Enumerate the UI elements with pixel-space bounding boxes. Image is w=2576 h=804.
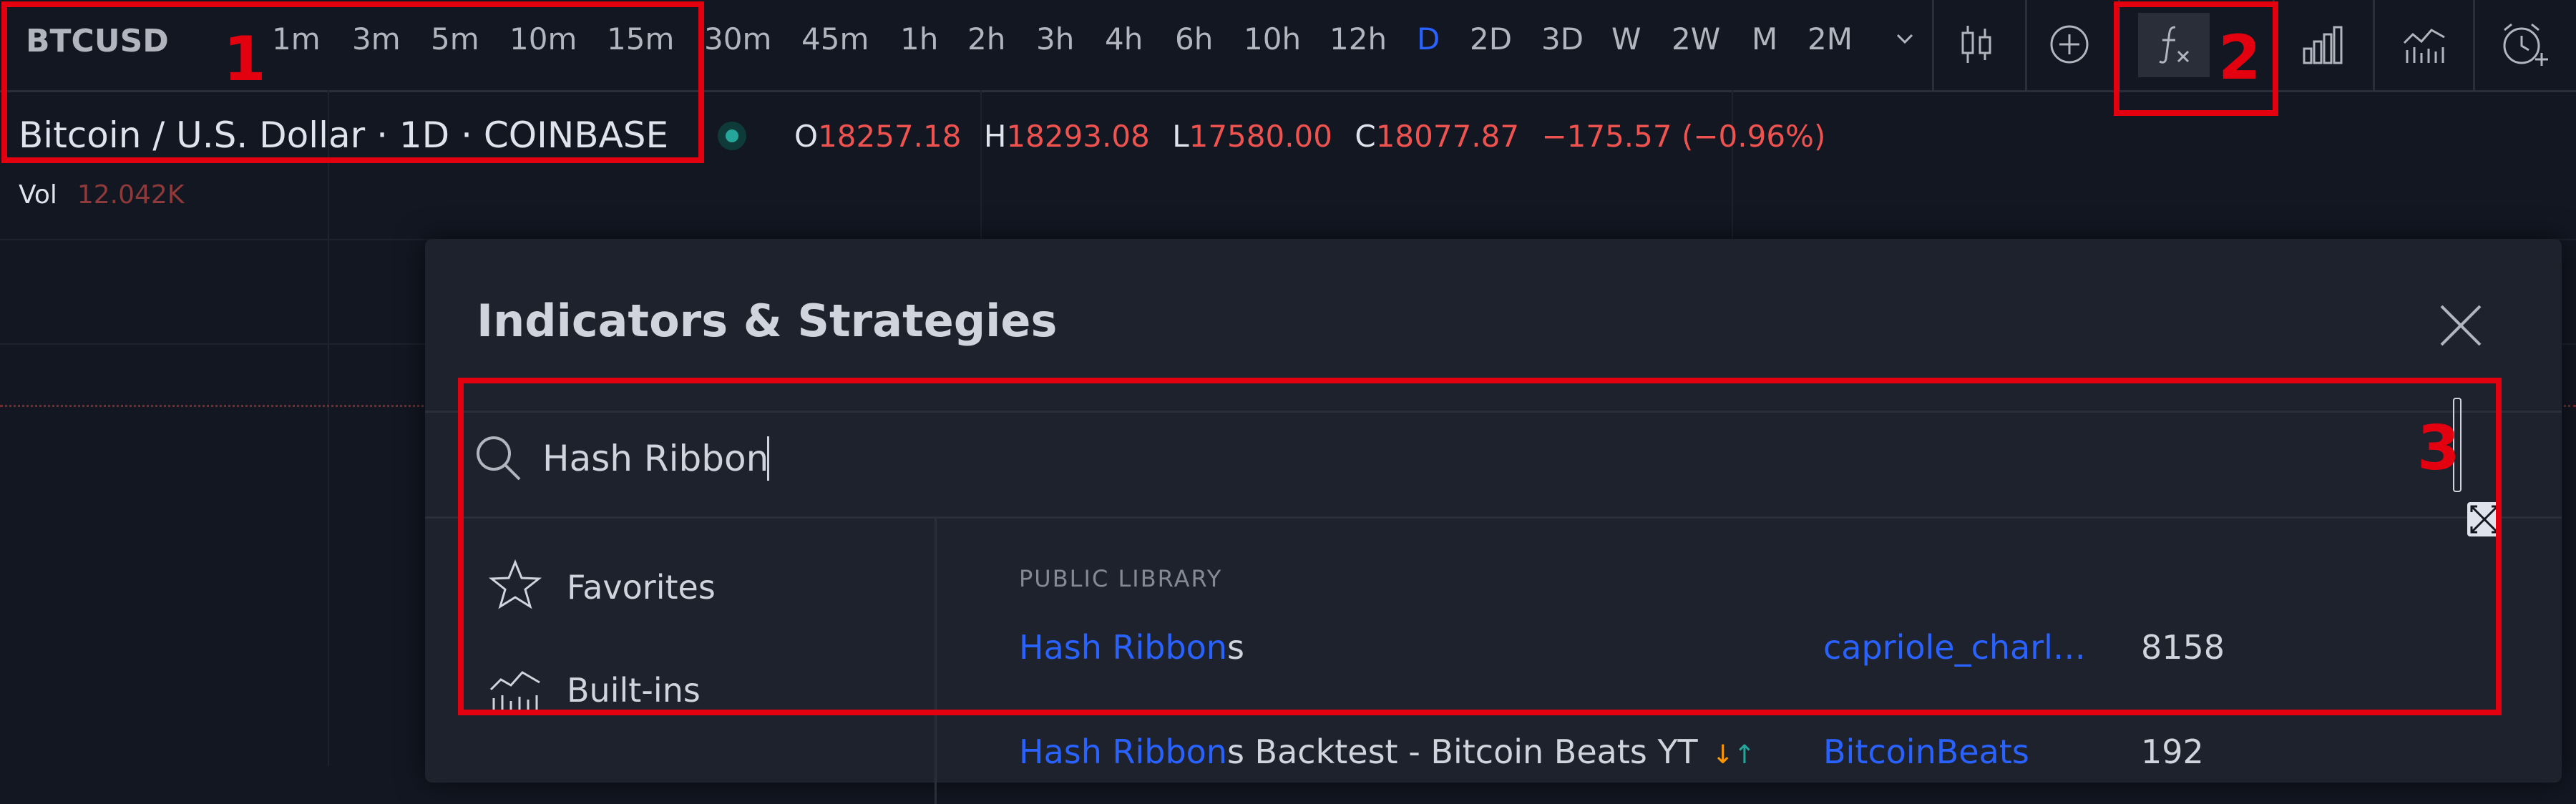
alert-button[interactable] bbox=[2487, 13, 2559, 77]
candles-icon bbox=[1961, 26, 1991, 63]
volume-value: 12.042K bbox=[77, 180, 185, 210]
interval-12h[interactable]: 12h bbox=[1330, 21, 1387, 57]
interval-d[interactable]: D bbox=[1417, 21, 1440, 57]
compare-symbol-button[interactable] bbox=[2034, 13, 2105, 77]
result-name-rest: s Backtest - Bitcoin Beats YT bbox=[1226, 732, 1698, 771]
high-label: H bbox=[983, 119, 1007, 154]
annotation-number-2: 2 bbox=[2218, 22, 2261, 94]
volume-label: Vol bbox=[19, 180, 57, 210]
close-value: 18077.87 bbox=[1375, 119, 1520, 154]
close-label: C bbox=[1355, 119, 1376, 154]
interval-1h[interactable]: 1h bbox=[900, 21, 938, 57]
interval-w[interactable]: W bbox=[1611, 21, 1641, 57]
interval-4h[interactable]: 4h bbox=[1105, 21, 1143, 57]
indicator-templates-button[interactable] bbox=[2389, 13, 2460, 77]
result-author[interactable]: BitcoinBeats bbox=[1823, 732, 2029, 771]
indicator-templates-icon bbox=[2403, 29, 2445, 63]
open-label: O bbox=[794, 119, 819, 154]
bar-chart-icon bbox=[2303, 26, 2343, 64]
chart-type-button[interactable] bbox=[1941, 13, 2012, 77]
open-value: 18257.18 bbox=[818, 119, 962, 154]
interval-6h[interactable]: 6h bbox=[1175, 21, 1213, 57]
toolbar-divider bbox=[1932, 0, 1934, 90]
dialog-title: Indicators & Strategies bbox=[477, 295, 1058, 347]
low-value: 17580.00 bbox=[1189, 119, 1332, 154]
result-row[interactable]: Hash Ribbons Backtest - Bitcoin Beats YT… bbox=[935, 720, 2559, 791]
toolbar-divider bbox=[2373, 0, 2375, 90]
annotation-number-3: 3 bbox=[2417, 413, 2460, 484]
interval-10h[interactable]: 10h bbox=[1244, 21, 1301, 57]
annotation-number-1: 1 bbox=[223, 24, 266, 95]
interval-3d[interactable]: 3D bbox=[1541, 21, 1584, 57]
high-value: 18293.08 bbox=[1006, 119, 1150, 154]
toolbar-divider bbox=[2025, 0, 2027, 90]
interval-3h[interactable]: 3h bbox=[1036, 21, 1074, 57]
result-name: Hash Ribbons Backtest - Bitcoin Beats YT… bbox=[1019, 732, 1755, 771]
result-name-match: Hash Ribbon bbox=[1019, 732, 1227, 771]
toolbar-divider bbox=[2473, 0, 2475, 90]
change-value: −175.57 (−0.96%) bbox=[1541, 119, 1826, 154]
chevron-down-icon[interactable] bbox=[1890, 24, 1919, 53]
result-likes: 192 bbox=[2141, 732, 2204, 771]
interval-2m[interactable]: 2M bbox=[1807, 21, 1853, 57]
interval-2d[interactable]: 2D bbox=[1470, 21, 1512, 57]
interval-2h[interactable]: 2h bbox=[967, 21, 1005, 57]
interval-45m[interactable]: 45m bbox=[801, 21, 869, 57]
chart-gridline bbox=[328, 90, 329, 766]
ohlc-values: O18257.18 H18293.08 L17580.00 C18077.87 … bbox=[794, 119, 1825, 154]
market-status-indicator[interactable] bbox=[718, 122, 746, 150]
strategy-arrows-icon: ↓↑ bbox=[1712, 740, 1755, 770]
interval-m[interactable]: M bbox=[1752, 21, 1777, 57]
annotation-box-3 bbox=[458, 378, 2502, 715]
close-icon[interactable] bbox=[2436, 300, 2486, 350]
volume-legend: Vol 12.042K bbox=[19, 180, 184, 210]
alert-clock-icon bbox=[2503, 23, 2548, 66]
low-label: L bbox=[1172, 119, 1189, 154]
annotation-box-1 bbox=[1, 1, 704, 163]
interval-30m[interactable]: 30m bbox=[704, 21, 771, 57]
bar-chart-button[interactable] bbox=[2287, 13, 2358, 77]
add-compare-icon bbox=[2050, 25, 2089, 64]
interval-2w[interactable]: 2W bbox=[1672, 21, 1720, 57]
